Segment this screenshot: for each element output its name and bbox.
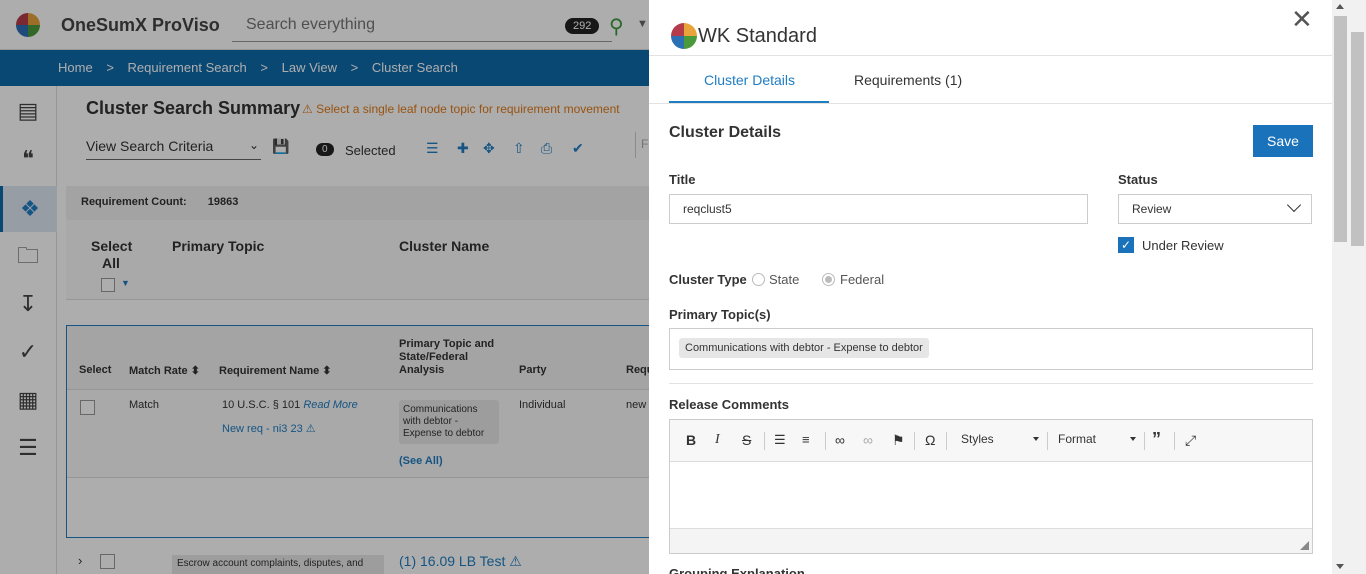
toolbar-separator — [914, 432, 915, 450]
title-label: Title — [669, 172, 696, 187]
bold-icon[interactable]: B — [686, 432, 696, 448]
wk-logo — [671, 23, 697, 49]
state-radio-label[interactable]: State — [769, 272, 799, 287]
scroll-up-icon[interactable] — [1336, 4, 1344, 9]
divider — [649, 103, 1332, 104]
panel-scrollbar[interactable] — [1332, 0, 1349, 574]
toolbar-separator — [946, 432, 947, 450]
anchor-flag-icon[interactable]: ⚑ — [892, 432, 905, 449]
toolbar-separator — [1174, 432, 1175, 450]
page-scrollbar-thumb[interactable] — [1351, 32, 1364, 246]
release-comments-label: Release Comments — [669, 397, 789, 412]
primary-topic-chip[interactable]: Communications with debtor - Expense to … — [679, 338, 929, 358]
save-button[interactable]: Save — [1253, 125, 1313, 157]
toolbar-separator — [825, 432, 826, 450]
editor-footer — [670, 528, 1312, 553]
status-label: Status — [1118, 172, 1158, 187]
link-icon[interactable]: ∞ — [835, 432, 845, 448]
styles-label: Styles — [961, 432, 994, 446]
grouping-explanation-label: Grouping Explanation — [669, 566, 805, 574]
divider — [649, 55, 1332, 56]
divider — [669, 383, 1313, 384]
caret-down-icon — [1033, 437, 1039, 441]
editor-toolbar: B I S ☰ ≡ ∞ ∞ ⚑ Ω Styles Format ” ⤢ — [670, 420, 1312, 462]
unlink-icon[interactable]: ∞ — [863, 432, 873, 448]
blockquote-icon[interactable]: ” — [1152, 429, 1161, 450]
primary-topics-label: Primary Topic(s) — [669, 307, 771, 322]
page-scrollbar[interactable] — [1349, 0, 1366, 574]
panel-title: WK Standard — [698, 25, 817, 47]
title-field[interactable]: reqclust5 — [669, 194, 1088, 224]
styles-dropdown[interactable]: Styles — [961, 432, 1039, 446]
federal-radio[interactable] — [822, 273, 835, 286]
cluster-details-panel: WK Standard ✕ Cluster Details Requiremen… — [649, 0, 1366, 574]
cluster-type-label: Cluster Type — [669, 272, 747, 287]
italic-icon[interactable]: I — [715, 432, 720, 448]
bulleted-list-icon[interactable]: ≡ — [802, 432, 810, 447]
maximize-icon[interactable]: ⤢ — [1185, 432, 1196, 449]
format-label: Format — [1058, 432, 1097, 446]
close-icon[interactable]: ✕ — [1291, 6, 1313, 32]
under-review-label[interactable]: Under Review — [1142, 238, 1224, 253]
section-title: Cluster Details — [669, 124, 782, 141]
rich-text-editor: B I S ☰ ≡ ∞ ∞ ⚑ Ω Styles Format ” ⤢ — [669, 419, 1313, 554]
resize-handle-icon[interactable] — [1300, 541, 1309, 550]
status-value: Review — [1132, 202, 1172, 216]
modal-backdrop[interactable] — [0, 0, 649, 574]
scroll-down-icon[interactable] — [1336, 564, 1344, 569]
under-review-checkbox[interactable]: ✓ — [1118, 237, 1134, 253]
toolbar-separator — [1144, 432, 1145, 450]
tab-requirements[interactable]: Requirements (1) — [854, 72, 962, 88]
primary-topics-field[interactable]: Communications with debtor - Expense to … — [669, 328, 1313, 370]
status-select[interactable]: Review — [1118, 194, 1312, 224]
tab-cluster-details[interactable]: Cluster Details — [704, 72, 795, 88]
strikethrough-icon[interactable]: S — [742, 432, 751, 448]
numbered-list-icon[interactable]: ☰ — [774, 432, 786, 448]
toolbar-separator — [764, 432, 765, 450]
federal-radio-label[interactable]: Federal — [840, 272, 884, 287]
chevron-down-icon — [1286, 197, 1302, 213]
special-character-icon[interactable]: Ω — [925, 432, 935, 448]
toolbar-separator — [1047, 432, 1048, 450]
scrollbar-thumb[interactable] — [1334, 16, 1347, 242]
release-comments-input[interactable] — [670, 462, 1312, 528]
format-dropdown[interactable]: Format — [1058, 432, 1136, 446]
state-radio[interactable] — [752, 273, 765, 286]
caret-down-icon — [1130, 437, 1136, 441]
